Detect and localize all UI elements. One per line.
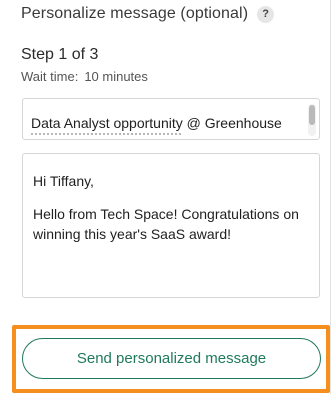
subject-scrollbar-thumb[interactable] <box>309 105 315 125</box>
subject-text: Data Analyst opportunity @ Greenhouse <box>31 115 282 131</box>
wait-time-row: Wait time: 10 minutes <box>21 69 148 84</box>
send-personalized-message-button[interactable]: Send personalized message <box>22 338 321 379</box>
panel-header: Personalize message (optional) ? <box>21 5 275 23</box>
step-title: Step 1 of 3 <box>21 46 99 63</box>
subject-overflow-text <box>31 133 181 139</box>
message-greeting: Hi Tiffany, <box>33 173 94 189</box>
wait-time-value: 10 minutes <box>84 69 148 84</box>
wait-time-label: Wait time: <box>21 69 79 84</box>
question-mark-icon[interactable]: ? <box>257 5 275 23</box>
personalize-panel: Personalize message (optional) ? Step 1 … <box>0 0 331 394</box>
panel-title: Personalize message (optional) <box>21 5 249 22</box>
subject-input[interactable]: Data Analyst opportunity @ Greenhouse <box>22 98 320 140</box>
message-body-input[interactable]: Hi Tiffany, Hello from Tech Space! Congr… <box>22 153 320 298</box>
message-body-text: Hello from Tech Space! Congratulations o… <box>33 206 299 242</box>
